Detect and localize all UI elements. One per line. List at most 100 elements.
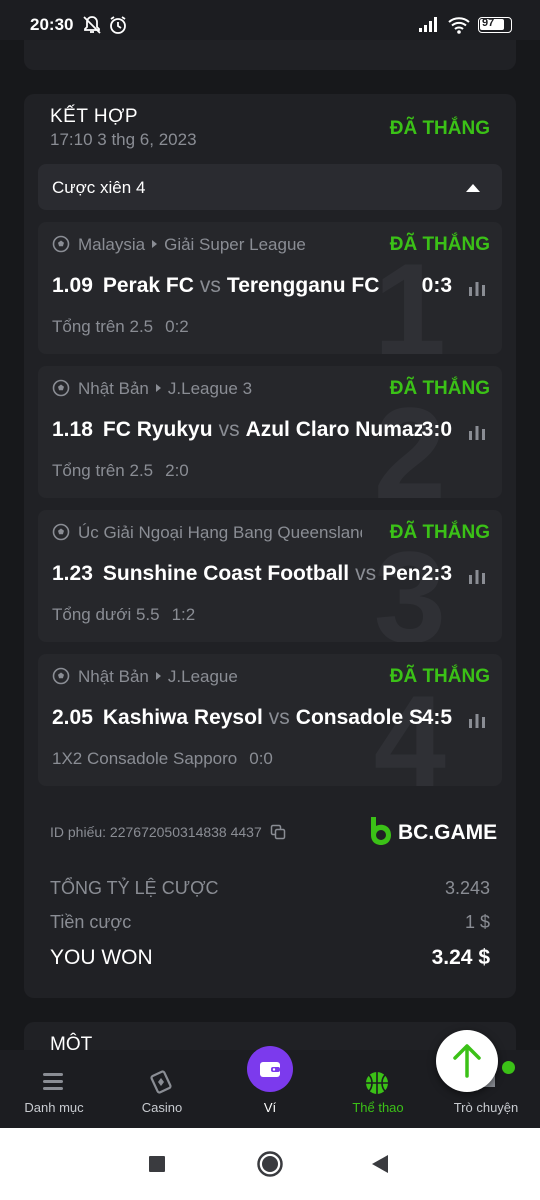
market-name: Tổng trên 2.5 [52,317,154,336]
leg-league-name: Giải Super League [164,235,306,254]
nav-item-wallet[interactable]: Ví [216,1046,324,1128]
bet-leg[interactable]: 3 Úc Giải Ngoại Hạng Bang Queensland ĐÃ … [38,510,502,642]
leg-status: ĐÃ THẮNG [389,378,490,399]
bet-card: KẾT HỢP 17:10 3 thg 6, 2023 ĐÃ THẮNG Cượ… [24,94,516,998]
caret-right-icon [152,240,158,248]
alarm-icon [110,16,126,34]
total-odds-row: TỔNG TỶ LỆ CƯỢC 3.243 [50,878,490,906]
payout-row: YOU WON 3.24 $ [50,946,490,974]
market-name: 1X2 Consadole Sapporo [52,749,238,768]
market-score: 0:2 [165,317,189,336]
leg-odds: 1.18 [52,418,93,441]
away-team: Consadole Sapporo [295,706,422,729]
soccer-ball-icon [52,235,70,253]
away-team: Terengganu FC [226,274,380,297]
soccer-ball-icon [52,523,70,541]
leg-score: 2:3 [421,562,452,585]
leg-country: Úc [78,523,99,542]
away-team: Peninsula Power [382,562,422,585]
market-score: 1:2 [171,605,196,624]
vs-label: vs [199,274,221,297]
parlay-label: Cược xiên 4 [52,178,146,197]
soccer-ball-icon [52,379,70,397]
home-team: Sunshine Coast Football [102,562,350,585]
home-icon[interactable] [256,1150,284,1178]
previous-bet-card[interactable] [24,40,516,70]
stats-icon[interactable] [468,280,486,296]
bet-leg[interactable]: 1 Malaysia Giải Super League ĐÃ THẮNG 1.0… [38,222,502,354]
leg-status: ĐÃ THẮNG [389,234,490,255]
bet-type: KẾT HỢP [50,106,139,127]
leg-league-name: J.League [167,667,238,686]
leg-odds: 2.05 [52,706,93,729]
nav-label: Ví [263,1100,277,1115]
brand-name: BC.GAME [398,821,498,844]
battery-level: 97 [482,17,495,29]
leg-league: Malaysia Giải Super League [52,235,362,257]
market-name: Tổng dưới 5.5 [52,605,160,624]
stats-icon[interactable] [468,424,486,440]
nav-item-sports[interactable]: Thể thao [324,1050,432,1128]
signal-icon [419,17,437,32]
leg-market: Tổng dưới 5.5 1:2 [52,605,195,625]
bet-history-page: KẾT HỢP 17:10 3 thg 6, 2023 ĐÃ THẮNG Cượ… [0,40,540,1050]
caret-right-icon [155,384,161,392]
back-icon[interactable] [370,1153,390,1175]
nav-item-menu[interactable]: Danh mục [0,1050,108,1128]
nav-label: Danh mục [24,1100,84,1115]
brand-logo: BC.GAME [368,816,497,846]
stake-row: Tiền cược 1 $ [50,912,490,940]
nav-label: Thể thao [352,1100,404,1115]
scroll-to-top-button[interactable] [436,1030,498,1092]
leg-country: Nhật Bản [78,379,149,398]
leg-league-name: Giải Ngoại Hạng Bang Queensland [103,523,362,542]
stake-label: Tiền cược [50,912,132,932]
parlay-toggle[interactable]: Cược xiên 4 [38,164,502,210]
stats-icon[interactable] [468,568,486,584]
ticket-id: ID phiếu: 227672050314838 4437 [50,824,286,840]
leg-league: Nhật Bản J.League 3 [52,379,362,401]
won-label: YOU WON [50,946,153,969]
leg-league: Úc Giải Ngoại Hạng Bang Queensland [52,523,362,545]
leg-market: 1X2 Consadole Sapporo 0:0 [52,749,273,769]
bet-status: ĐÃ THẮNG [389,118,490,139]
status-time: 20:30 [30,15,74,34]
vs-label: vs [268,706,290,729]
recent-apps-icon[interactable] [148,1155,166,1173]
online-indicator [502,1061,515,1074]
leg-market: Tổng trên 2.5 2:0 [52,461,189,481]
bet-leg[interactable]: 2 Nhật Bản J.League 3 ĐÃ THẮNG 1.18 FC Ryu… [38,366,502,498]
wifi-icon [448,17,470,34]
casino-icon [150,1070,172,1094]
bet-date: 17:10 3 thg 6, 2023 [50,130,197,149]
caret-right-icon [155,672,161,680]
ticket-id-text: ID phiếu: 227672050314838 4437 [50,824,262,840]
away-team: Azul Claro Numazu [245,418,422,441]
leg-league-name: J.League 3 [167,379,253,398]
leg-score: 3:0 [421,418,452,441]
notifications-off-icon [83,16,101,34]
wallet-icon [260,1062,280,1077]
copy-icon[interactable] [270,824,286,840]
leg-match: 1.09 Perak FC vs Terengganu FC [52,274,422,302]
vs-label: vs [355,562,377,585]
leg-match: 1.18 FC Ryukyu vs Azul Claro Numazu [52,418,422,446]
bc-game-logo-icon [371,817,391,845]
stats-icon[interactable] [468,712,486,728]
system-navigation-bar [0,1128,540,1200]
leg-status: ĐÃ THẮNG [389,522,490,543]
basketball-icon [366,1072,388,1094]
market-score: 2:0 [165,461,189,480]
wallet-button [247,1046,293,1092]
nav-item-casino[interactable]: Casino [108,1050,216,1128]
home-team: Perak FC [102,274,194,297]
home-team: FC Ryukyu [102,418,213,441]
total-odds-label: TỔNG TỶ LỆ CƯỢC [50,878,219,898]
battery-icon: 97 [478,17,512,33]
bet-leg[interactable]: 4 Nhật Bản J.League ĐÃ THẮNG 2.05 Kashiwa … [38,654,502,786]
leg-status: ĐÃ THẮNG [389,666,490,687]
market-score: 0:0 [249,749,273,768]
leg-match: 1.23 Sunshine Coast FootballvsPeninsula P… [52,562,422,590]
leg-score: 0:3 [421,274,452,297]
next-bet-type: MỘT [50,1034,93,1050]
